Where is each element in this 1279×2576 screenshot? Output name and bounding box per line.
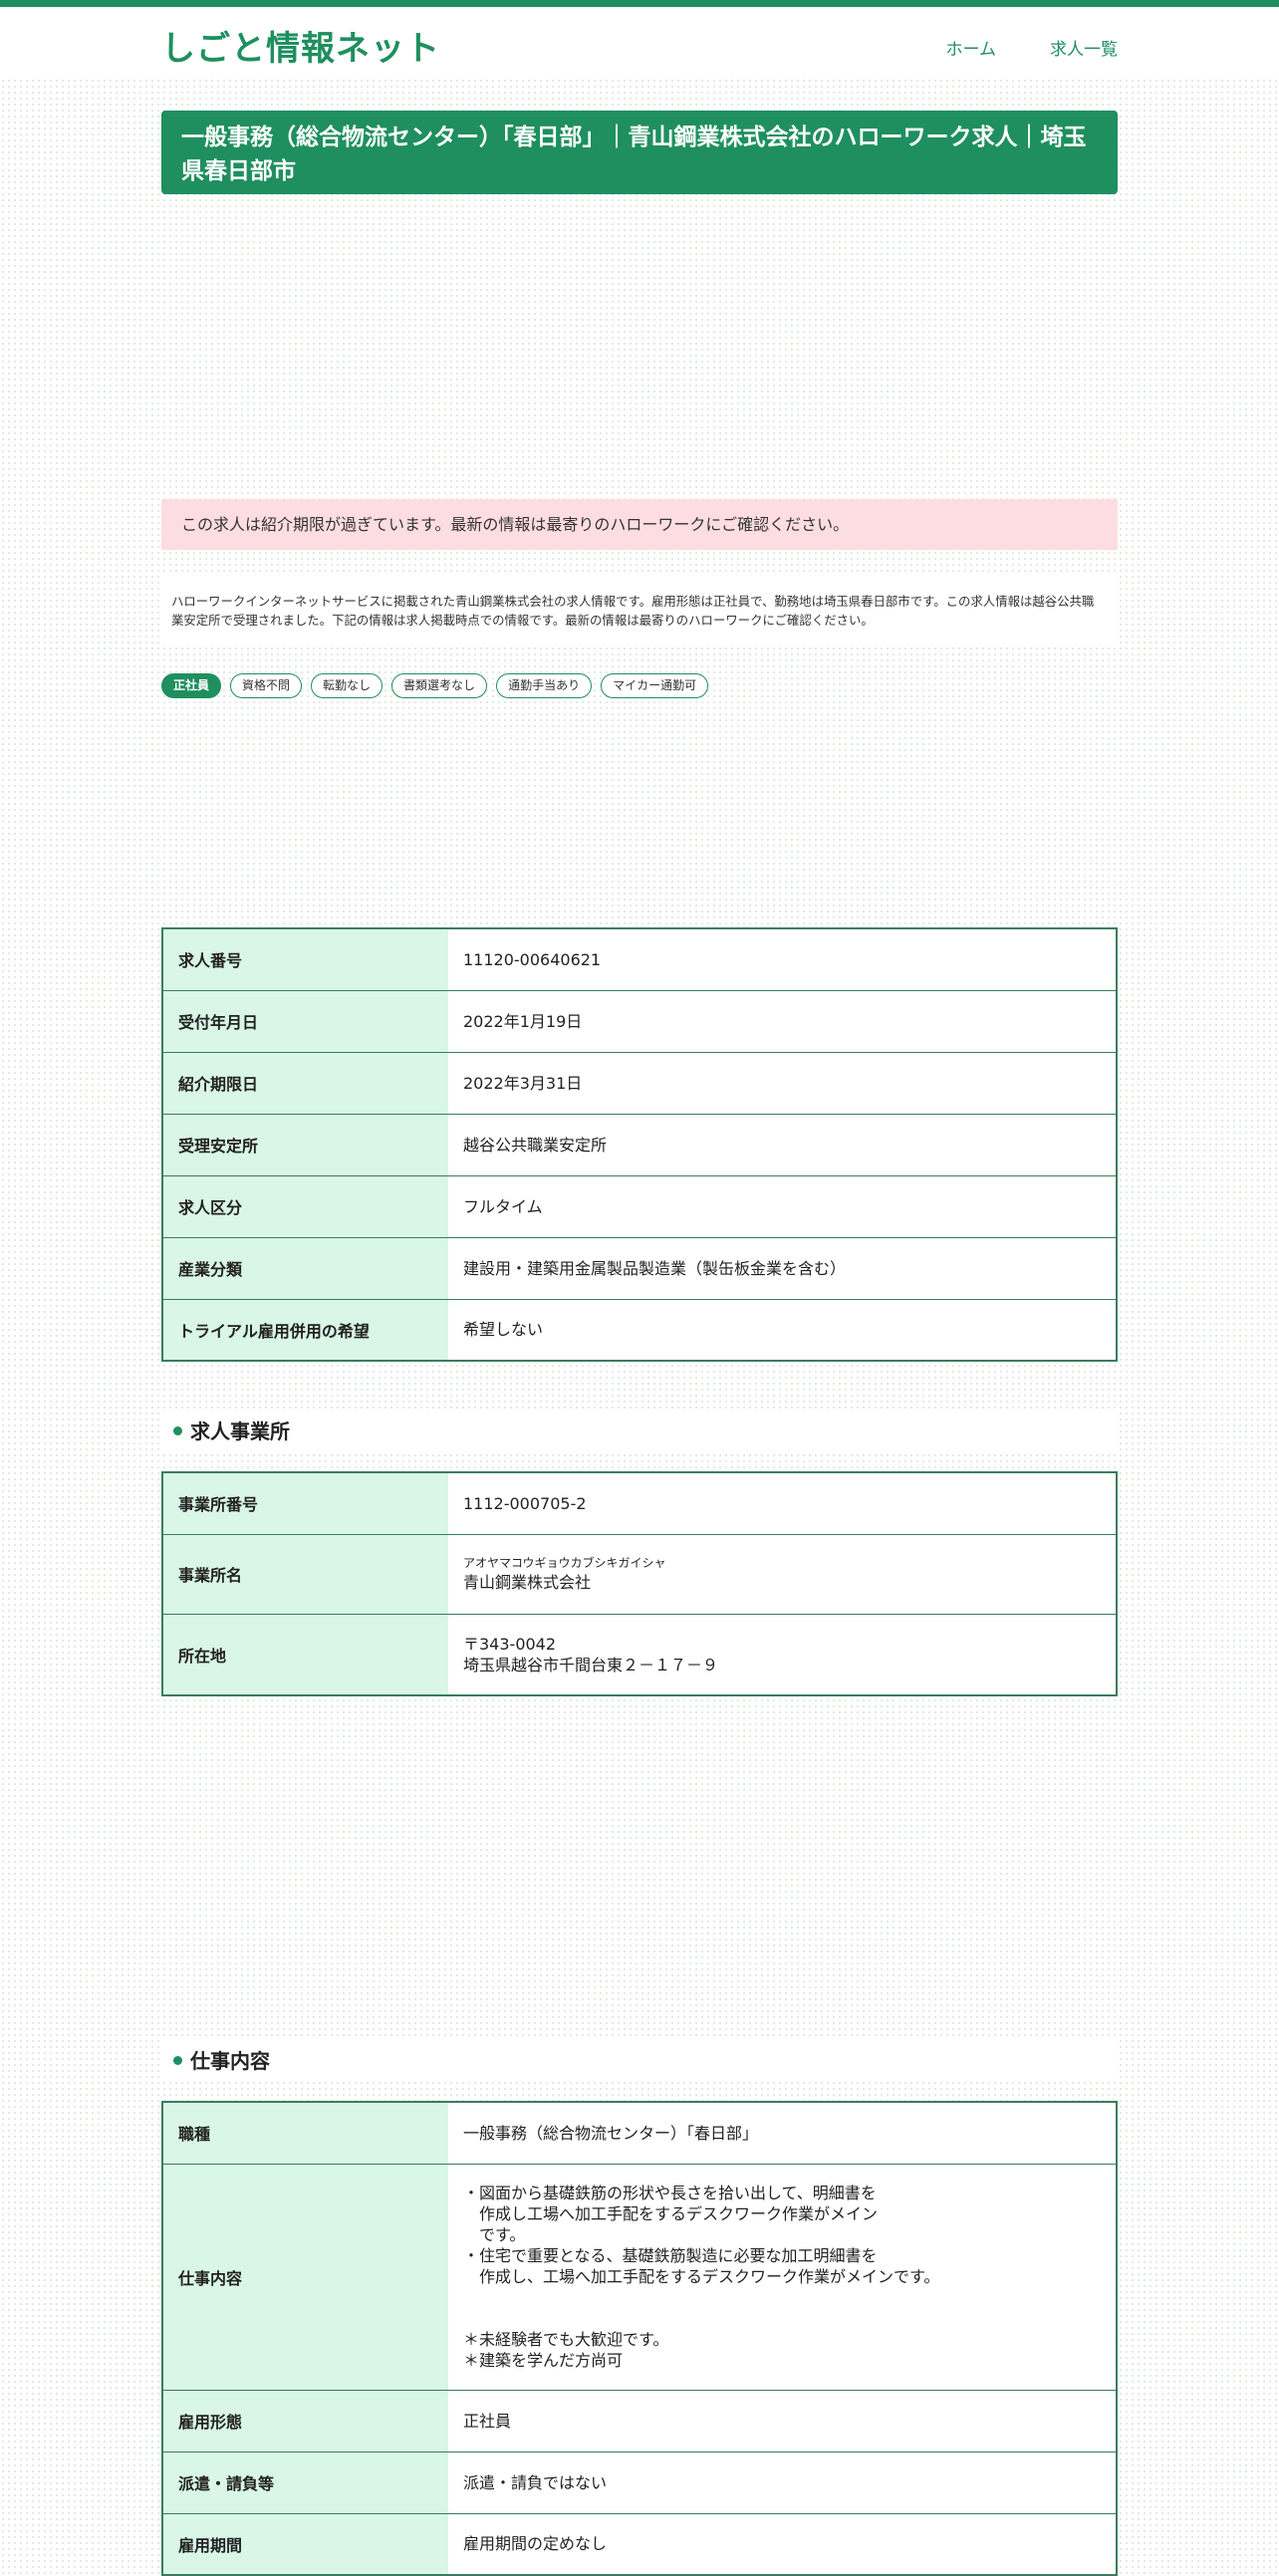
table-row: 職種 一般事務（総合物流センター）「春日部」 — [162, 2102, 1117, 2165]
company-name: 青山鋼業株式会社 — [463, 1573, 592, 1592]
table-row: 所在地 〒343-0042 埼玉県越谷市千間台東２－１７－９ — [162, 1614, 1117, 1695]
section-heading-text: 仕事内容 — [190, 2049, 270, 2073]
row-label: 事業所名 — [162, 1534, 448, 1615]
tag-badge: 正社員 — [161, 673, 222, 698]
row-value: 〒343-0042 埼玉県越谷市千間台東２－１７－９ — [448, 1614, 1117, 1695]
table-row: 求人番号 11120-00640621 — [162, 928, 1117, 991]
row-label: 事業所番号 — [162, 1472, 448, 1535]
tag-list: 正社員 資格不問 転勤なし 書類選考なし 通勤手当あり マイカー通勤可 — [161, 673, 1118, 698]
row-value: 2022年3月31日 — [448, 1052, 1117, 1115]
row-value: 2022年1月19日 — [448, 990, 1117, 1053]
table-row: 事業所名 アオヤマコウギョウカブシキガイシャ 青山鋼業株式会社 — [162, 1534, 1117, 1615]
row-label: トライアル雇用併用の希望 — [162, 1299, 448, 1361]
row-label: 受理安定所 — [162, 1114, 448, 1176]
nav-home-link[interactable]: ホーム — [946, 35, 997, 60]
table-row: 雇用形態 正社員 — [162, 2390, 1117, 2452]
table-row: 求人区分 フルタイム — [162, 1175, 1117, 1238]
table-row: 受付年月日 2022年1月19日 — [162, 990, 1117, 1053]
expired-notice: この求人は紹介期限が過ぎています。最新の情報は最寄りのハローワークにご確認くださ… — [161, 499, 1118, 550]
postal-code: 〒343-0042 — [463, 1634, 557, 1654]
table-row: 雇用期間 雇用期間の定めなし — [162, 2513, 1117, 2575]
page-title: 一般事務（総合物流センター）「春日部」｜青山鋼業株式会社のハローワーク求人｜埼玉… — [161, 111, 1118, 194]
tag-badge: マイカー通勤可 — [601, 673, 709, 698]
row-label: 派遣・請負等 — [162, 2451, 448, 2514]
table-row: 仕事内容 ・図面から基礎鉄筋の形状や長さを拾い出して、明細書を 作成し工場へ加工… — [162, 2164, 1117, 2391]
tag-badge: 転勤なし — [311, 673, 384, 698]
row-value: 1112-000705-2 — [448, 1472, 1117, 1535]
office-info-table: 事業所番号 1112-000705-2 事業所名 アオヤマコウギョウカブシキガイ… — [161, 1471, 1118, 1696]
bullet-dot-icon — [173, 1426, 182, 1435]
row-label: 所在地 — [162, 1614, 448, 1695]
tag-badge: 書類選考なし — [391, 673, 488, 698]
row-label: 雇用期間 — [162, 2513, 448, 2575]
row-label: 産業分類 — [162, 1237, 448, 1300]
row-label: 求人番号 — [162, 928, 448, 991]
row-label: 雇用形態 — [162, 2390, 448, 2452]
row-value: フルタイム — [448, 1175, 1117, 1238]
row-value: 希望しない — [463, 1320, 544, 1340]
section-heading-text: 求人事業所 — [190, 1419, 290, 1443]
row-label: 紹介期限日 — [162, 1052, 448, 1115]
tag-badge: 資格不問 — [230, 673, 303, 698]
job-section-heading: 仕事内容 — [161, 2040, 1118, 2082]
table-row: 産業分類 建設用・建築用金属製品製造業（製缶板金業を含む） — [162, 1237, 1117, 1300]
row-value: 11120-00640621 — [448, 928, 1117, 991]
row-value: アオヤマコウギョウカブシキガイシャ 青山鋼業株式会社 — [448, 1534, 1117, 1615]
tag-badge: 通勤手当あり — [496, 673, 593, 698]
top-accent-bar — [0, 0, 1279, 7]
table-row: 事業所番号 1112-000705-2 — [162, 1472, 1117, 1535]
row-value: 派遣・請負ではない — [448, 2451, 1117, 2514]
row-label: 求人区分 — [162, 1175, 448, 1238]
nav-job-list-link[interactable]: 求人一覧 — [1050, 35, 1118, 60]
job-info-table: 職種 一般事務（総合物流センター）「春日部」 仕事内容 ・図面から基礎鉄筋の形状… — [161, 2101, 1118, 2576]
row-label: 職種 — [162, 2102, 448, 2165]
row-label: 仕事内容 — [162, 2164, 448, 2391]
job-description: ・図面から基礎鉄筋の形状や長さを拾い出して、明細書を 作成し工場へ加工手配をする… — [448, 2164, 1117, 2391]
main-nav: ホーム 求人一覧 — [946, 35, 1119, 60]
company-name-kana: アオヤマコウギョウカブシキガイシャ — [463, 1556, 666, 1570]
basic-info-table: 求人番号 11120-00640621 受付年月日 2022年1月19日 紹介期… — [161, 927, 1118, 1362]
address: 埼玉県越谷市千間台東２－１７－９ — [463, 1655, 719, 1674]
row-value: 正社員 — [448, 2390, 1117, 2452]
table-row: 派遣・請負等 派遣・請負ではない — [162, 2451, 1117, 2514]
table-row: 受理安定所 越谷公共職業安定所 — [162, 1114, 1117, 1176]
table-row: トライアル雇用併用の希望 希望しない — [162, 1299, 1117, 1361]
row-value: 建設用・建築用金属製品製造業（製缶板金業を含む） — [448, 1237, 1117, 1300]
row-value: 越谷公共職業安定所 — [448, 1114, 1117, 1176]
row-label: 受付年月日 — [162, 990, 448, 1053]
table-row: 紹介期限日 2022年3月31日 — [162, 1052, 1117, 1115]
bullet-dot-icon — [173, 2056, 182, 2065]
row-value: 一般事務（総合物流センター）「春日部」 — [448, 2102, 1117, 2165]
row-value: 雇用期間の定めなし — [463, 2534, 608, 2554]
office-section-heading: 求人事業所 — [161, 1411, 1118, 1452]
site-logo[interactable]: しごと情報ネット — [161, 21, 440, 70]
job-summary: ハローワークインターネットサービスに掲載された青山鋼業株式会社の求人情報です。雇… — [161, 572, 1118, 647]
site-header: しごと情報ネット ホーム 求人一覧 — [0, 7, 1279, 80]
